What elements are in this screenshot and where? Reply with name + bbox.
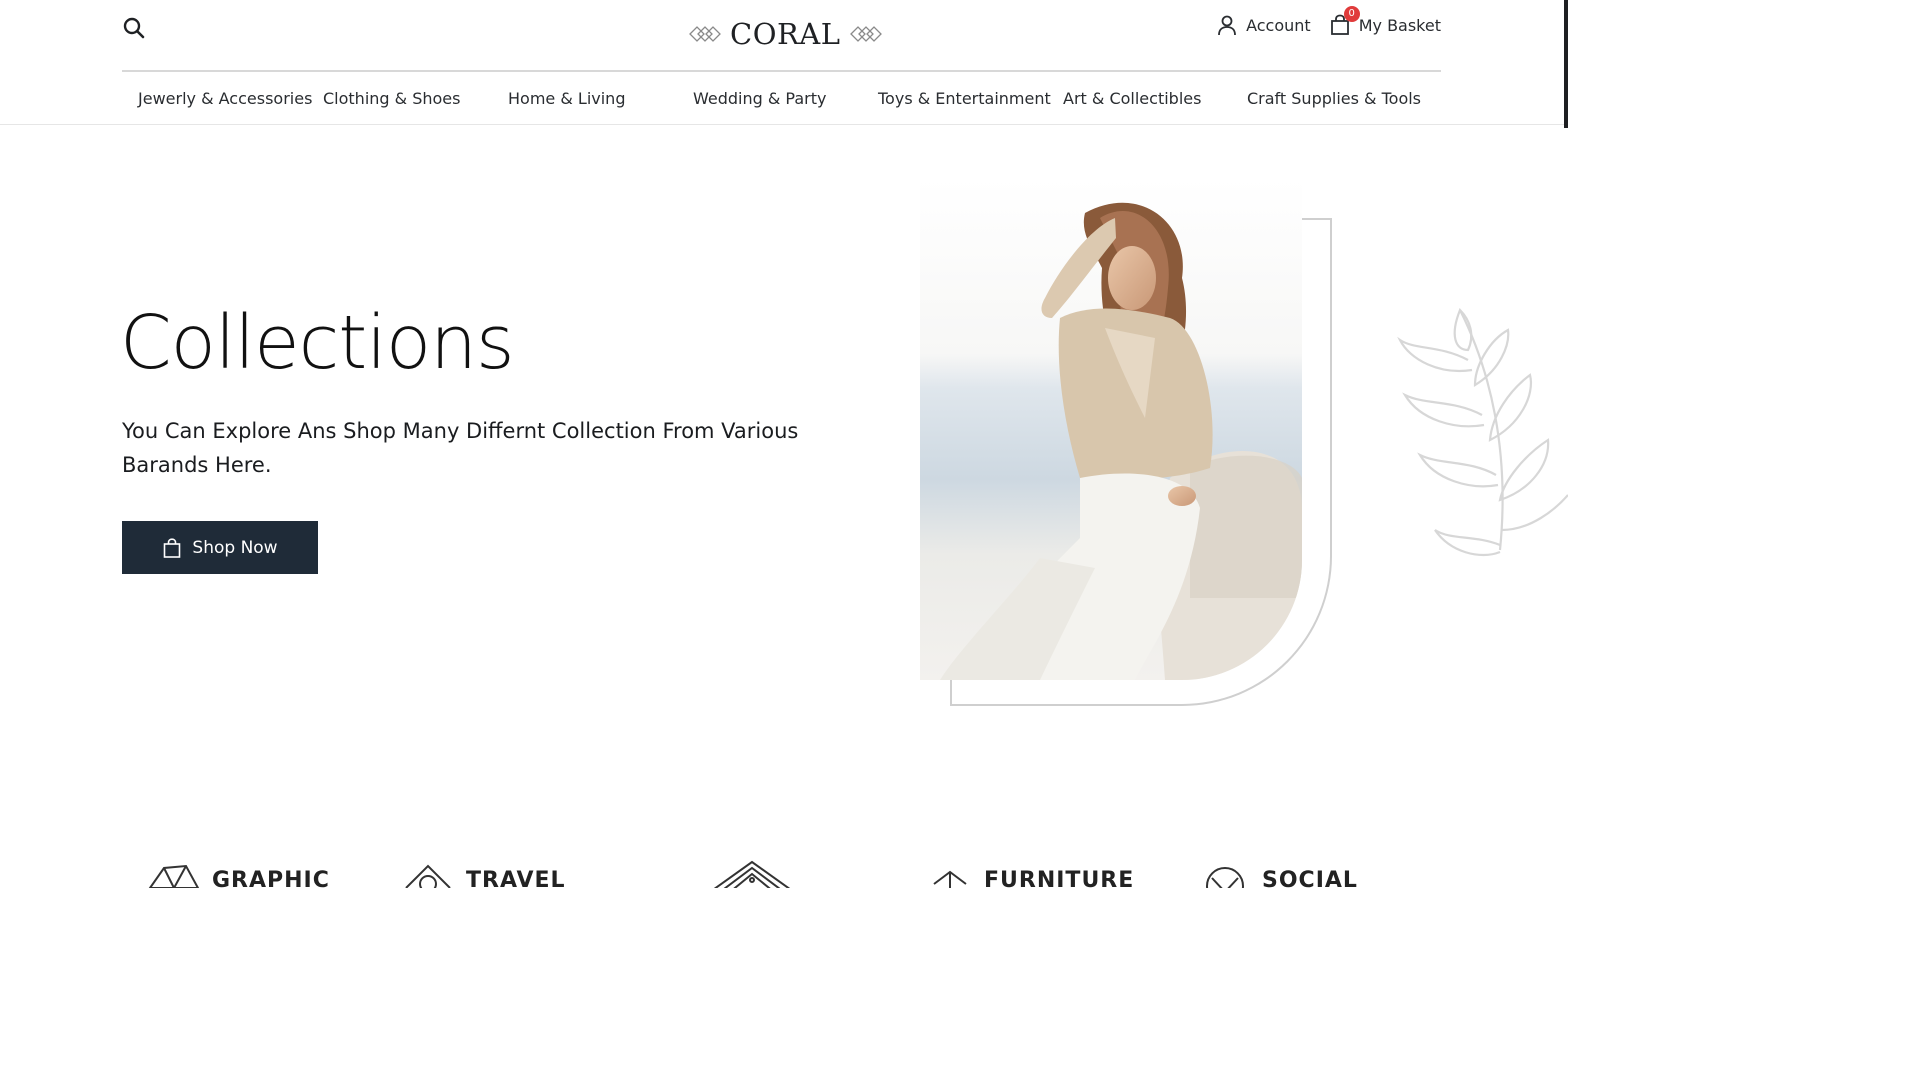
search-icon	[123, 17, 145, 39]
leaf-decoration-icon	[1380, 290, 1569, 570]
brand-logo-furniture[interactable]: FURNITURE	[930, 858, 1134, 888]
nav-item-home-living[interactable]: Home & Living	[508, 89, 625, 108]
basket-label: My Basket	[1358, 15, 1441, 35]
shop-now-button[interactable]: Shop Now	[122, 521, 318, 574]
brand-graphic-icon	[148, 864, 200, 888]
brand-logo-graphic[interactable]: GRAPHIC	[146, 858, 330, 888]
account-link[interactable]: Account	[1216, 14, 1311, 36]
category-nav: Jewerly & Accessories Clothing & Shoes H…	[122, 72, 1441, 124]
nav-item-toys-entertainment[interactable]: Toys & Entertainment	[878, 89, 1051, 108]
brand-travel-icon	[405, 864, 451, 888]
hero-subtitle: You Can Explore Ans Shop Many Differnt C…	[122, 419, 799, 477]
nav-item-art-collectibles[interactable]: Art & Collectibles	[1063, 89, 1201, 108]
hero-image-frame-edge	[950, 680, 952, 706]
hero-image	[920, 178, 1302, 680]
logo-diamond-icon	[689, 26, 721, 42]
user-icon	[1218, 15, 1236, 36]
logo-diamond-icon	[849, 26, 882, 42]
shop-now-label: Shop Now	[192, 537, 278, 558]
site-logo[interactable]: CORAL	[688, 12, 883, 56]
basket-link[interactable]: 0 My Basket	[1329, 6, 1441, 36]
brand-logo-house[interactable]	[706, 858, 808, 888]
brand-logo-travel[interactable]: TRAVEL	[400, 858, 566, 888]
brand-logo-social[interactable]: SOCIAL	[1198, 858, 1358, 888]
nav-item-wedding-party[interactable]: Wedding & Party	[693, 89, 826, 108]
site-header: CORAL Account 0 My Basket Jewerly & Acce…	[0, 0, 1568, 125]
scrollbar-thumb[interactable]	[1564, 0, 1568, 128]
search-button[interactable]	[122, 16, 148, 42]
shopping-bag-icon	[164, 537, 181, 558]
brand-furniture-icon	[933, 870, 967, 888]
basket-count-badge: 0	[1343, 6, 1360, 22]
logo-text: CORAL	[730, 17, 841, 51]
nav-item-craft-supplies-tools[interactable]: Craft Supplies & Tools	[1247, 89, 1421, 108]
hero-title: Collections	[120, 300, 515, 386]
account-label: Account	[1246, 15, 1311, 35]
header-actions: Account 0 My Basket	[1216, 6, 1441, 36]
brand-social-icon	[1206, 867, 1244, 888]
basket-icon: 0	[1329, 6, 1360, 36]
nav-item-jewelry-accessories[interactable]: Jewerly & Accessories	[138, 89, 312, 108]
brand-house-icon	[713, 860, 791, 888]
nav-item-clothing-shoes[interactable]: Clothing & Shoes	[323, 89, 460, 108]
